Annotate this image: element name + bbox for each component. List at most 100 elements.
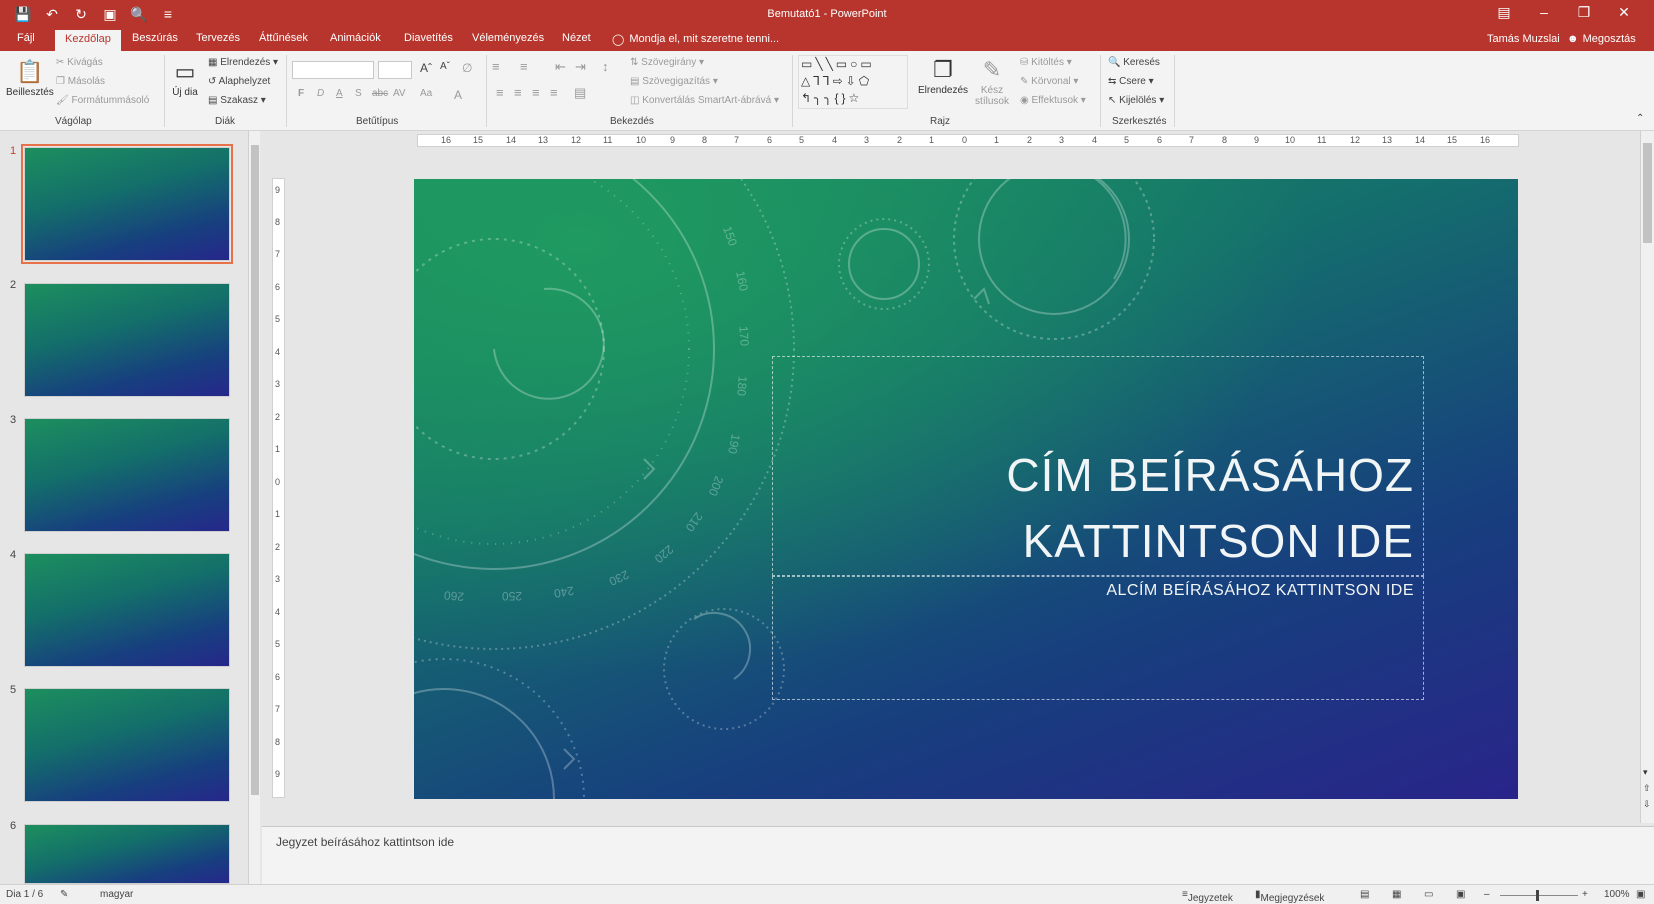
zoom-slider-thumb[interactable] <box>1536 890 1539 901</box>
tell-me-box[interactable]: ◯ Mondja el, mit szeretne tenni... <box>612 33 779 46</box>
arrange-button[interactable]: ❐ Elrendezés <box>918 55 968 96</box>
shape-effects-button[interactable]: ◉ Effektusok ▾ <box>1020 95 1086 106</box>
bold-button[interactable]: F <box>298 88 304 99</box>
slide-thumbnail-5[interactable] <box>24 688 230 802</box>
increase-indent-icon[interactable]: ⇥ <box>575 59 586 75</box>
align-text-button[interactable]: ▤ Szövegigazítás ▾ <box>630 76 718 87</box>
tab-insert[interactable]: Beszúrás <box>132 32 178 44</box>
tab-transitions[interactable]: Áttűnések <box>259 32 308 44</box>
shrink-font-icon[interactable]: Aˇ <box>440 61 450 72</box>
tab-home[interactable]: Kezdőlap <box>55 30 121 51</box>
workspace-scroll-thumb[interactable] <box>1643 143 1652 243</box>
ruler-tick-label: 1 <box>275 509 281 519</box>
decrease-indent-icon[interactable]: ⇤ <box>555 59 566 75</box>
slideshow-view-icon[interactable]: ▣ <box>1456 889 1465 900</box>
select-button[interactable]: ↖ Kijelölés ▾ <box>1108 95 1164 106</box>
grow-font-icon[interactable]: Aˆ <box>420 61 432 75</box>
panel-scroll-thumb[interactable] <box>251 145 259 795</box>
zoom-slider[interactable] <box>1500 895 1578 896</box>
underline-button[interactable]: A <box>336 88 343 99</box>
convert-smartart-button[interactable]: ◫ Konvertálás SmartArt-ábrává ▾ <box>630 95 779 106</box>
replace-button[interactable]: ⇆ Csere ▾ <box>1108 76 1154 87</box>
scroll-down-icon[interactable]: ▾ <box>1643 767 1648 778</box>
close-icon[interactable]: ✕ <box>1604 4 1644 21</box>
reading-view-icon[interactable]: ▭ <box>1424 889 1433 900</box>
format-painter-button[interactable]: 🖌 Formátummásoló <box>56 95 149 106</box>
cut-button[interactable]: ✂ Kivágás <box>56 57 103 68</box>
share-button[interactable]: ☻ Megosztás <box>1567 33 1636 45</box>
shadow-button[interactable]: S <box>355 88 362 99</box>
user-name[interactable]: Tamás Muzslai <box>1487 33 1560 45</box>
justify-icon[interactable]: ≡ <box>550 85 558 100</box>
tab-slideshow[interactable]: Diavetítés <box>404 32 453 44</box>
tab-review[interactable]: Véleményezés <box>472 32 544 44</box>
font-name-combo[interactable] <box>292 61 374 79</box>
clipboard-icon: 📋 <box>16 59 44 84</box>
tab-view[interactable]: Nézet <box>562 32 591 44</box>
slide-thumbnail-1[interactable] <box>21 144 233 264</box>
find-button[interactable]: 🔍 Keresés <box>1108 57 1160 68</box>
slide-thumbnail-2[interactable] <box>24 283 230 397</box>
previous-slide-icon[interactable]: ⇧ <box>1643 783 1651 794</box>
shape-outline-button[interactable]: ✎ Körvonal ▾ <box>1020 76 1078 87</box>
collapse-ribbon-icon[interactable]: ⌃ <box>1636 113 1644 124</box>
font-color-button[interactable]: A <box>454 88 462 102</box>
ruler-tick-label: 14 <box>506 135 517 145</box>
ruler-tick-label: 9 <box>670 135 676 145</box>
zoom-in-icon[interactable]: + <box>1582 889 1588 900</box>
arrange-icon: ❐ <box>933 57 953 82</box>
align-left-icon[interactable]: ≡ <box>496 85 504 100</box>
shape-fill-button[interactable]: ⛁ Kitöltés ▾ <box>1020 57 1072 68</box>
font-size-combo[interactable] <box>378 61 412 79</box>
slide-thumbnail-3[interactable] <box>24 418 230 532</box>
notes-pane[interactable]: Jegyzet beírásához kattintson ide <box>262 826 1654 884</box>
notes-placeholder[interactable]: Jegyzet beírásához kattintson ide <box>276 835 454 849</box>
slide-subtitle[interactable]: ALCÍM BEÍRÁSÁHOZ KATTINTSON IDE <box>772 582 1414 600</box>
paste-button[interactable]: 📋 Beillesztés <box>6 57 54 98</box>
align-center-icon[interactable]: ≡ <box>514 85 522 100</box>
shapes-gallery[interactable]: ▭╲╲▭○▭ △⅂⅂⇨⇩⬠ ↰╮╮{}☆ <box>798 55 908 109</box>
slide-thumbnail-4[interactable] <box>24 553 230 667</box>
bullets-icon[interactable]: ≡ <box>492 59 500 74</box>
ruler-tick-label: 5 <box>1124 135 1130 145</box>
clear-format-icon[interactable]: ∅ <box>462 61 472 75</box>
char-spacing-button[interactable]: AV <box>393 88 406 99</box>
ruler-tick-label: 9 <box>275 769 281 779</box>
quick-styles-button[interactable]: ✎ Kész stílusok <box>970 55 1014 107</box>
text-direction-button[interactable]: ⇅ Szövegirány ▾ <box>630 57 704 68</box>
italic-button[interactable]: D <box>317 88 324 99</box>
strikethrough-button[interactable]: abc <box>372 88 388 99</box>
tab-file[interactable]: Fájl <box>17 32 35 44</box>
minimize-icon[interactable]: – <box>1524 4 1564 21</box>
arrange-label: Elrendezés <box>918 85 969 96</box>
zoom-out-icon[interactable]: – <box>1484 889 1490 900</box>
section-button[interactable]: ▤ Szakasz ▾ <box>208 95 266 106</box>
align-right-icon[interactable]: ≡ <box>532 85 540 100</box>
new-slide-button[interactable]: ▭ Új dia <box>170 57 200 98</box>
notes-toggle[interactable]: ≡ Jegyzetek <box>1182 889 1233 904</box>
slide-thumbnail-6[interactable] <box>24 824 230 884</box>
next-slide-icon[interactable]: ⇩ <box>1643 799 1651 810</box>
tab-design[interactable]: Tervezés <box>196 32 240 44</box>
line-spacing-icon[interactable]: ↕ <box>602 59 609 74</box>
workspace-scrollbar[interactable]: ▾ ⇧ ⇩ <box>1640 131 1654 823</box>
tab-animations[interactable]: Animációk <box>330 32 381 44</box>
spell-check-icon[interactable]: ✎ <box>60 889 68 900</box>
columns-icon[interactable]: ▤ <box>574 85 586 101</box>
normal-view-icon[interactable]: ▤ <box>1360 889 1369 900</box>
language[interactable]: magyar <box>100 889 133 900</box>
slide-sorter-icon[interactable]: ▦ <box>1392 889 1401 900</box>
layout-button[interactable]: ▦ Elrendezés ▾ <box>208 57 278 68</box>
reset-button[interactable]: ↺ Alaphelyzet <box>208 76 270 87</box>
fit-to-window-icon[interactable]: ▣ <box>1636 889 1645 900</box>
numbering-icon[interactable]: ≡ <box>520 59 528 74</box>
ribbon-display-icon[interactable]: ▤ <box>1484 4 1524 21</box>
slide-title[interactable]: CÍM BEÍRÁSÁHOZ KATTINTSON IDE <box>772 442 1414 574</box>
restore-icon[interactable]: ❐ <box>1564 4 1604 21</box>
zoom-level[interactable]: 100% <box>1604 889 1630 900</box>
panel-scrollbar[interactable] <box>248 131 260 888</box>
change-case-button[interactable]: Aa <box>420 88 432 99</box>
comments-toggle[interactable]: ▮ Megjegyzések <box>1255 889 1324 904</box>
ruler-tick-label: 10 <box>636 135 647 145</box>
copy-button[interactable]: ❐ Másolás <box>56 76 105 87</box>
